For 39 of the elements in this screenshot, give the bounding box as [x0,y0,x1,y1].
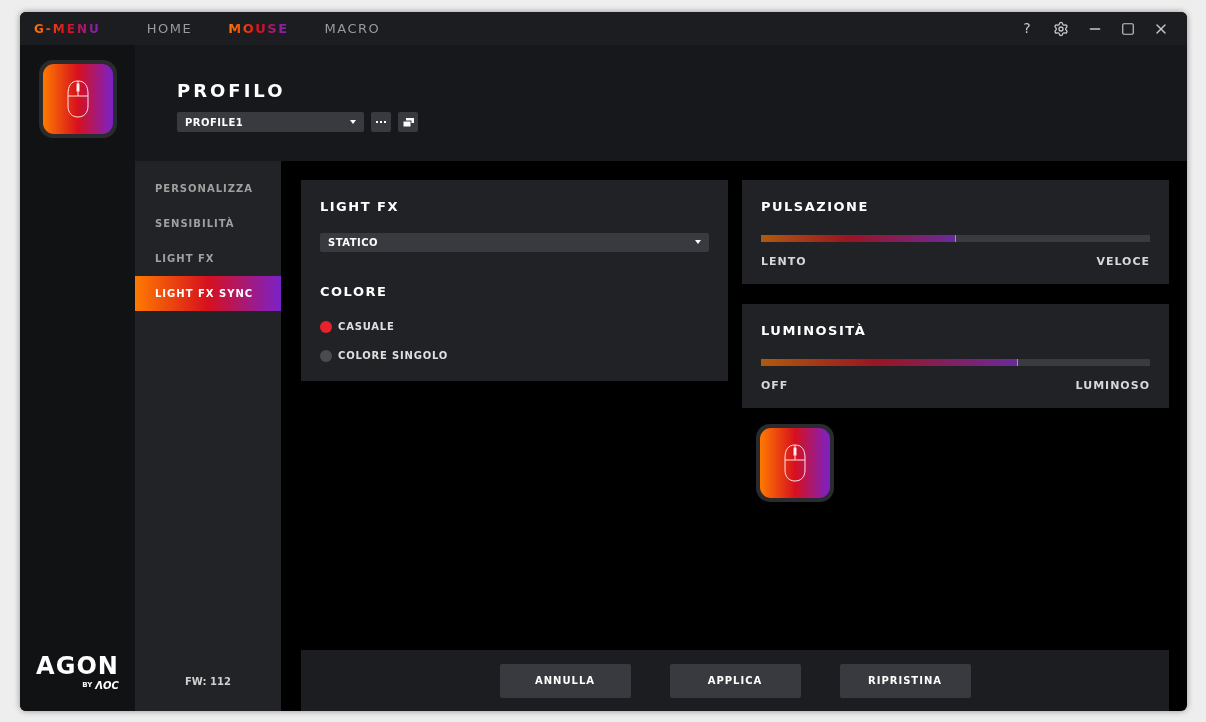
side-menu-item[interactable]: LIGHT FX SYNC [135,276,281,311]
profile-dropdown[interactable]: PROFILE1 [177,112,364,132]
dropdown-caret-icon [350,120,356,124]
slider-track[interactable] [761,358,1150,366]
radio-button[interactable] [320,320,332,333]
card-title: LIGHT FX [320,198,400,216]
slider-track[interactable] [761,234,1150,242]
logo-name: AGON [36,654,119,678]
slider-min-label: OFF [761,377,789,394]
nav-tab[interactable]: MACRO [324,18,381,39]
radio-button[interactable] [320,349,332,362]
slider-title: LUMINOSITÀ [761,322,868,340]
slider-max-label: VELOCE [1096,253,1150,270]
logo-maker: ΛOC [95,679,119,693]
slider-min-label: LENTO [761,253,807,270]
effect-dropdown[interactable]: STATICO [320,232,709,252]
slider-max-label: LUMINOSO [1075,377,1150,394]
profile-title: PROFILO [177,79,287,103]
radio-label: COLORE SINGOLO [338,349,449,363]
maximize-icon[interactable] [1121,21,1135,36]
firmware-version: FW: 112 [184,675,232,689]
settings-icon[interactable] [1053,20,1069,37]
mouse-icon [66,80,89,118]
mouse-icon [784,444,806,482]
action-button[interactable]: ANNULLA [499,663,631,698]
side-menu-item[interactable]: LIGHT FX [135,241,281,276]
copy-profile-button[interactable] [398,112,418,132]
more-options-button[interactable] [371,112,391,132]
stacked-cards-icon [402,117,414,127]
radio-label: CASUALE [338,320,395,334]
side-menu-item[interactable]: PERSONALIZZA [135,171,281,206]
dropdown-caret-icon [695,240,701,244]
help-button[interactable]: ? [1019,18,1035,39]
card-title: COLORE [320,282,389,301]
action-button[interactable]: RIPRISTINA [839,663,971,698]
action-button[interactable]: APPLICA [669,663,801,698]
side-menu-item[interactable]: SENSIBILITÀ [135,206,281,241]
nav-tab[interactable]: HOME [146,18,193,39]
slider-title: PULSAZIONE [761,198,870,216]
